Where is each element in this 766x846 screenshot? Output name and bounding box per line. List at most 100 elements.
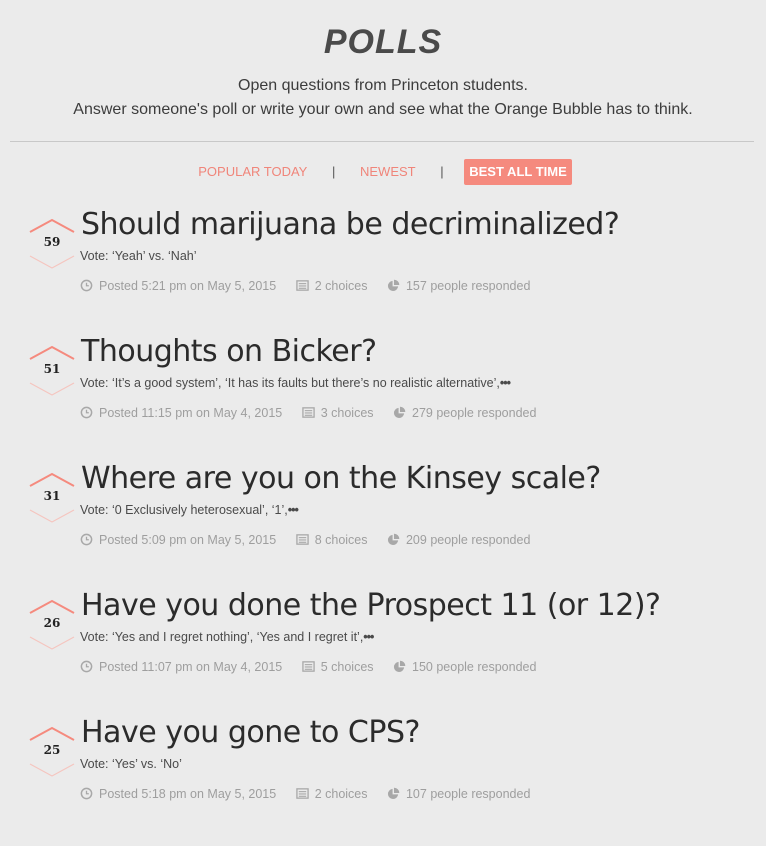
poll-options-preview: Vote: ‘Yes and I regret nothing’, ‘Yes a…: [80, 629, 374, 645]
sort-tabs: POPULAR TODAY | NEWEST | BEST ALL TIME: [0, 159, 766, 185]
responses-text: 107 people responded: [405, 787, 531, 801]
downvote-arrow-icon[interactable]: [29, 509, 75, 523]
responses-text: 279 people responded: [412, 406, 537, 420]
vote-count: 25: [43, 743, 61, 757]
vote-count: 31: [43, 489, 61, 503]
posted-text: Posted 5:21 pm on May 5, 2015: [99, 279, 277, 293]
responses-text: 150 people responded: [412, 660, 537, 674]
tab-newest[interactable]: NEWEST: [356, 159, 420, 185]
upvote-arrow-icon[interactable]: [29, 218, 75, 233]
vote-widget: 51: [28, 345, 76, 397]
responses-info: 157 people responded: [387, 278, 530, 294]
upvote-arrow-icon[interactable]: [29, 472, 75, 487]
tab-best-all-time[interactable]: BEST ALL TIME: [464, 159, 572, 185]
vote-count: 59: [43, 235, 61, 249]
posted-text: Posted 11:07 pm on May 4, 2015: [99, 660, 283, 674]
posted-info: Posted 5:18 pm on May 5, 2015: [80, 786, 276, 802]
posted-text: Posted 11:15 pm on May 4, 2015: [99, 406, 283, 420]
poll-item: 51 Thoughts on Bicker? Vote: ‘It’s a goo…: [0, 335, 766, 445]
pie-chart-icon: [387, 787, 400, 800]
clock-icon: [80, 660, 93, 673]
downvote-arrow-icon[interactable]: [29, 382, 75, 396]
poll-item: 59 Should marijuana be decriminalized? V…: [0, 208, 766, 318]
responses-info: 209 people responded: [387, 532, 530, 548]
poll-meta: Posted 5:21 pm on May 5, 2015 2 choices …: [80, 278, 546, 294]
poll-question-link[interactable]: Thoughts on Bicker?: [81, 335, 377, 369]
poll-options-preview: Vote: ‘Yeah’ vs. ‘Nah’: [80, 248, 197, 264]
poll-meta: Posted 5:18 pm on May 5, 2015 2 choices …: [80, 786, 546, 802]
downvote-arrow-icon[interactable]: [29, 636, 75, 650]
vote-widget: 31: [28, 472, 76, 524]
poll-question-link[interactable]: Where are you on the Kinsey scale?: [81, 462, 601, 496]
subtitle-line-1: Open questions from Princeton students.: [238, 77, 528, 94]
poll-options-text: Vote: ‘0 Exclusively heterosexual’, ‘1’,: [80, 503, 288, 517]
choices-info: 3 choices: [301, 405, 374, 421]
poll-question-link[interactable]: Have you gone to CPS?: [81, 716, 420, 750]
list-icon: [301, 407, 315, 418]
more-options-icon[interactable]: •••: [363, 630, 374, 644]
responses-text: 209 people responded: [405, 533, 531, 547]
poll-question-link[interactable]: Have you done the Prospect 11 (or 12)?: [81, 589, 661, 623]
poll-options-text: Vote: ‘Yes and I regret nothing’, ‘Yes a…: [80, 630, 364, 644]
posted-info: Posted 5:21 pm on May 5, 2015: [80, 278, 276, 294]
list-icon: [295, 788, 309, 799]
choices-text: 3 choices: [320, 406, 374, 420]
tab-popular-today[interactable]: POPULAR TODAY: [194, 159, 311, 185]
more-options-icon[interactable]: •••: [500, 376, 511, 390]
clock-icon: [80, 279, 93, 292]
upvote-arrow-icon[interactable]: [29, 726, 75, 741]
upvote-arrow-icon[interactable]: [29, 345, 75, 360]
poll-options-preview: Vote: ‘Yes’ vs. ‘No’: [80, 756, 182, 772]
poll-item: 26 Have you done the Prospect 11 (or 12)…: [0, 589, 766, 699]
downvote-arrow-icon[interactable]: [29, 255, 75, 269]
posted-text: Posted 5:09 pm on May 5, 2015: [99, 533, 277, 547]
posted-text: Posted 5:18 pm on May 5, 2015: [99, 787, 277, 801]
more-options-icon[interactable]: •••: [288, 503, 299, 517]
responses-info: 279 people responded: [393, 405, 536, 421]
poll-options-text: Vote: ‘Yeah’ vs. ‘Nah’: [80, 249, 197, 263]
pie-chart-icon: [387, 533, 400, 546]
choices-text: 8 choices: [314, 533, 368, 547]
tab-separator: |: [440, 164, 444, 179]
choices-text: 2 choices: [314, 279, 368, 293]
choices-info: 2 choices: [295, 278, 368, 294]
pie-chart-icon: [387, 279, 400, 292]
choices-info: 5 choices: [301, 659, 374, 675]
poll-options-preview: Vote: ‘0 Exclusively heterosexual’, ‘1’,…: [80, 502, 299, 518]
vote-widget: 25: [28, 726, 76, 778]
vote-count: 51: [43, 362, 61, 376]
poll-meta: Posted 11:07 pm on May 4, 2015 5 choices…: [80, 659, 552, 675]
responses-info: 107 people responded: [387, 786, 530, 802]
downvote-arrow-icon[interactable]: [29, 763, 75, 777]
tab-separator: |: [331, 164, 336, 179]
vote-widget: 59: [28, 218, 76, 270]
clock-icon: [80, 406, 93, 419]
vote-widget: 26: [28, 599, 76, 651]
header-divider: [10, 141, 754, 142]
poll-item: 25 Have you gone to CPS? Vote: ‘Yes’ vs.…: [0, 716, 766, 826]
clock-icon: [80, 787, 93, 800]
list-icon: [295, 534, 309, 545]
poll-question-link[interactable]: Should marijuana be decriminalized?: [81, 208, 620, 242]
pie-chart-icon: [393, 660, 406, 673]
list-icon: [301, 661, 315, 672]
choices-text: 5 choices: [320, 660, 374, 674]
posted-info: Posted 5:09 pm on May 5, 2015: [80, 532, 276, 548]
page-title: POLLS: [323, 23, 443, 61]
subtitle-line-2: Answer someone's poll or write your own …: [73, 101, 693, 118]
poll-meta: Posted 11:15 pm on May 4, 2015 3 choices…: [80, 405, 552, 421]
posted-info: Posted 11:07 pm on May 4, 2015: [80, 659, 282, 675]
poll-options-preview: Vote: ‘It’s a good system’, ‘It has its …: [80, 375, 511, 391]
poll-item: 31 Where are you on the Kinsey scale? Vo…: [0, 462, 766, 572]
choices-info: 8 choices: [295, 532, 368, 548]
choices-text: 2 choices: [314, 787, 368, 801]
page-header: POLLS Open questions from Princeton stud…: [0, 0, 766, 122]
upvote-arrow-icon[interactable]: [29, 599, 75, 614]
responses-info: 150 people responded: [393, 659, 536, 675]
poll-options-text: Vote: ‘Yes’ vs. ‘No’: [80, 757, 182, 771]
pie-chart-icon: [393, 406, 406, 419]
list-icon: [295, 280, 309, 291]
poll-meta: Posted 5:09 pm on May 5, 2015 8 choices …: [80, 532, 546, 548]
responses-text: 157 people responded: [405, 279, 531, 293]
clock-icon: [80, 533, 93, 546]
